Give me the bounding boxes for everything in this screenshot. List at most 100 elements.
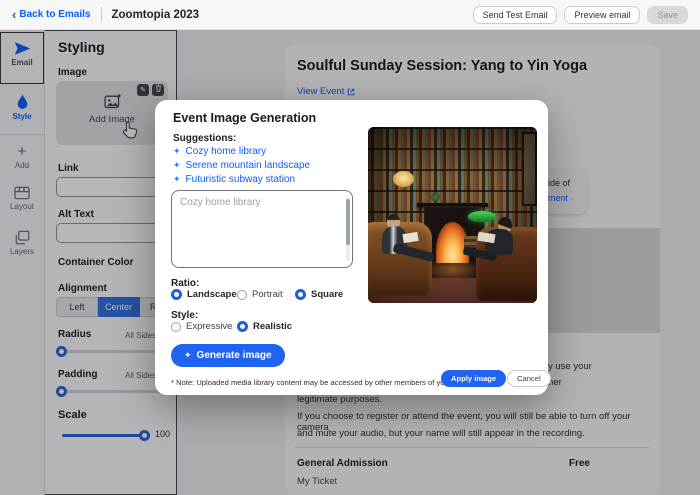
scale-slider-thumb[interactable] bbox=[139, 430, 150, 441]
left-nav-rail: Email Style + Add Layout Layers bbox=[0, 30, 45, 495]
scale-label: Scale bbox=[58, 409, 87, 421]
apply-image-button[interactable]: Apply image bbox=[441, 370, 506, 387]
art-green-lamp bbox=[468, 211, 497, 222]
sparkle-icon: ✦ bbox=[173, 161, 181, 171]
suggestions-label: Suggestions: bbox=[173, 133, 236, 144]
cancel-button[interactable]: Cancel bbox=[507, 370, 551, 387]
alignment-left-button[interactable]: Left bbox=[56, 297, 98, 317]
radio-unchecked-icon bbox=[237, 290, 247, 300]
style-option-expressive[interactable]: Expressive bbox=[171, 321, 232, 332]
art-plant bbox=[431, 192, 440, 202]
image-section-label: Image bbox=[58, 67, 87, 78]
event-heading: Soulful Sunday Session: Yang to Yin Yoga bbox=[297, 58, 642, 74]
ticket-name: General Admission bbox=[297, 458, 388, 469]
sparkle-icon: ✦ bbox=[173, 147, 181, 157]
hand-pointer-cursor-icon bbox=[122, 121, 138, 139]
scale-slider-track bbox=[62, 434, 150, 437]
email-editor-app: ‹ Back to Emails Zoomtopia 2023 Send Tes… bbox=[0, 0, 700, 495]
ticket-price: Free bbox=[569, 458, 590, 469]
scale-value: 100 bbox=[155, 429, 170, 439]
image-icon bbox=[104, 94, 121, 109]
alignment-center-button[interactable]: Center bbox=[98, 297, 140, 317]
nav-style-label: Style bbox=[12, 112, 31, 121]
radio-label: Realistic bbox=[253, 321, 292, 332]
droplet-icon bbox=[16, 94, 29, 110]
partial-body-text: y use your bbox=[548, 361, 592, 372]
radius-slider-thumb[interactable] bbox=[56, 346, 67, 357]
suggestion-label: Futuristic subway station bbox=[186, 174, 296, 185]
generate-image-label: Generate image bbox=[197, 350, 272, 361]
body-text-line: legitimate purposes. bbox=[297, 394, 382, 405]
nav-layout-label: Layout bbox=[10, 202, 34, 211]
nav-item-style[interactable]: Style bbox=[0, 88, 44, 132]
ticket-section-label: My Ticket bbox=[297, 476, 337, 487]
alt-text-label: Alt Text bbox=[58, 209, 94, 220]
layout-icon bbox=[14, 186, 30, 200]
nav-item-layout[interactable]: Layout bbox=[0, 186, 44, 211]
send-test-email-button[interactable]: Send Test Email bbox=[473, 6, 558, 24]
back-to-emails-link[interactable]: ‹ Back to Emails bbox=[12, 9, 91, 20]
radius-label: Radius bbox=[58, 329, 91, 340]
suggestion-link[interactable]: ✦ Serene mountain landscape bbox=[173, 160, 310, 171]
generate-image-button[interactable]: ✦ Generate image bbox=[171, 344, 285, 367]
radio-checked-icon bbox=[171, 289, 182, 300]
trash-icon bbox=[155, 84, 162, 92]
link-input[interactable] bbox=[56, 177, 168, 197]
padding-slider bbox=[56, 385, 172, 397]
upload-note: * Note: Uploaded media library content m… bbox=[171, 378, 469, 387]
styling-panel-title: Styling bbox=[58, 39, 105, 55]
delete-image-button[interactable] bbox=[152, 84, 164, 96]
layers-icon bbox=[15, 230, 30, 245]
radio-label: Square bbox=[311, 289, 343, 300]
page-title: Zoomtopia 2023 bbox=[112, 9, 200, 21]
ratio-option-landscape[interactable]: Landscape bbox=[171, 289, 237, 300]
nav-item-layers[interactable]: Layers bbox=[0, 230, 44, 256]
radio-label: Expressive bbox=[186, 321, 232, 332]
back-to-emails-label: Back to Emails bbox=[19, 9, 90, 20]
art-left-lamp bbox=[393, 171, 413, 187]
padding-slider-thumb[interactable] bbox=[56, 386, 67, 397]
style-option-realistic[interactable]: Realistic bbox=[237, 321, 292, 332]
external-link-icon bbox=[347, 88, 355, 96]
suggestion-link[interactable]: ✦ Cozy home library bbox=[173, 146, 266, 157]
edit-image-button[interactable]: ✎ bbox=[137, 84, 149, 96]
rail-separator bbox=[0, 134, 45, 135]
padding-scope-label: All Sides bbox=[125, 371, 156, 380]
suggestion-label: Cozy home library bbox=[186, 146, 267, 157]
textarea-scrollbar-thumb[interactable] bbox=[346, 199, 350, 245]
plus-icon: + bbox=[0, 144, 44, 159]
sparkle-icon: ✦ bbox=[173, 175, 181, 185]
ratio-label: Ratio: bbox=[171, 278, 199, 289]
edit-icon: ✎ bbox=[140, 86, 146, 94]
padding-label: Padding bbox=[58, 369, 97, 380]
alignment-label: Alignment bbox=[58, 283, 107, 294]
radio-unchecked-icon bbox=[171, 322, 181, 332]
art-right-person-book bbox=[477, 231, 495, 242]
save-button[interactable]: Save bbox=[647, 6, 688, 24]
nav-email-label: Email bbox=[11, 58, 32, 67]
nav-item-add[interactable]: + Add bbox=[0, 144, 44, 170]
ratio-option-portrait[interactable]: Portrait bbox=[237, 289, 283, 300]
radio-checked-icon bbox=[295, 289, 306, 300]
ratio-option-square[interactable]: Square bbox=[295, 289, 343, 300]
radius-scope-label: All Sides bbox=[125, 331, 156, 340]
sparkle-icon: ✦ bbox=[184, 351, 192, 361]
style-label: Style: bbox=[171, 310, 198, 321]
nav-item-email[interactable]: Email bbox=[0, 32, 44, 84]
prompt-textarea[interactable] bbox=[171, 190, 353, 268]
view-event-label: View Event bbox=[297, 86, 344, 97]
alt-text-input[interactable] bbox=[56, 223, 168, 243]
nav-layers-label: Layers bbox=[10, 247, 34, 256]
event-image-generation-modal: Event Image Generation Suggestions: ✦ Co… bbox=[155, 100, 548, 395]
back-chevron-icon: ‹ bbox=[12, 10, 16, 20]
preview-email-button[interactable]: Preview email bbox=[564, 6, 640, 24]
body-text-line: and mute your audio, but your name will … bbox=[297, 428, 585, 439]
add-image-dropzone[interactable]: Add Image ✎ bbox=[56, 81, 168, 145]
scale-slider bbox=[62, 429, 150, 441]
radio-label: Landscape bbox=[187, 289, 237, 300]
radio-label: Portrait bbox=[252, 289, 283, 300]
suggestion-link[interactable]: ✦ Futuristic subway station bbox=[173, 174, 295, 185]
container-color-label: Container Color bbox=[58, 257, 134, 268]
view-event-link[interactable]: View Event bbox=[297, 86, 355, 97]
nav-add-label: Add bbox=[15, 161, 29, 170]
